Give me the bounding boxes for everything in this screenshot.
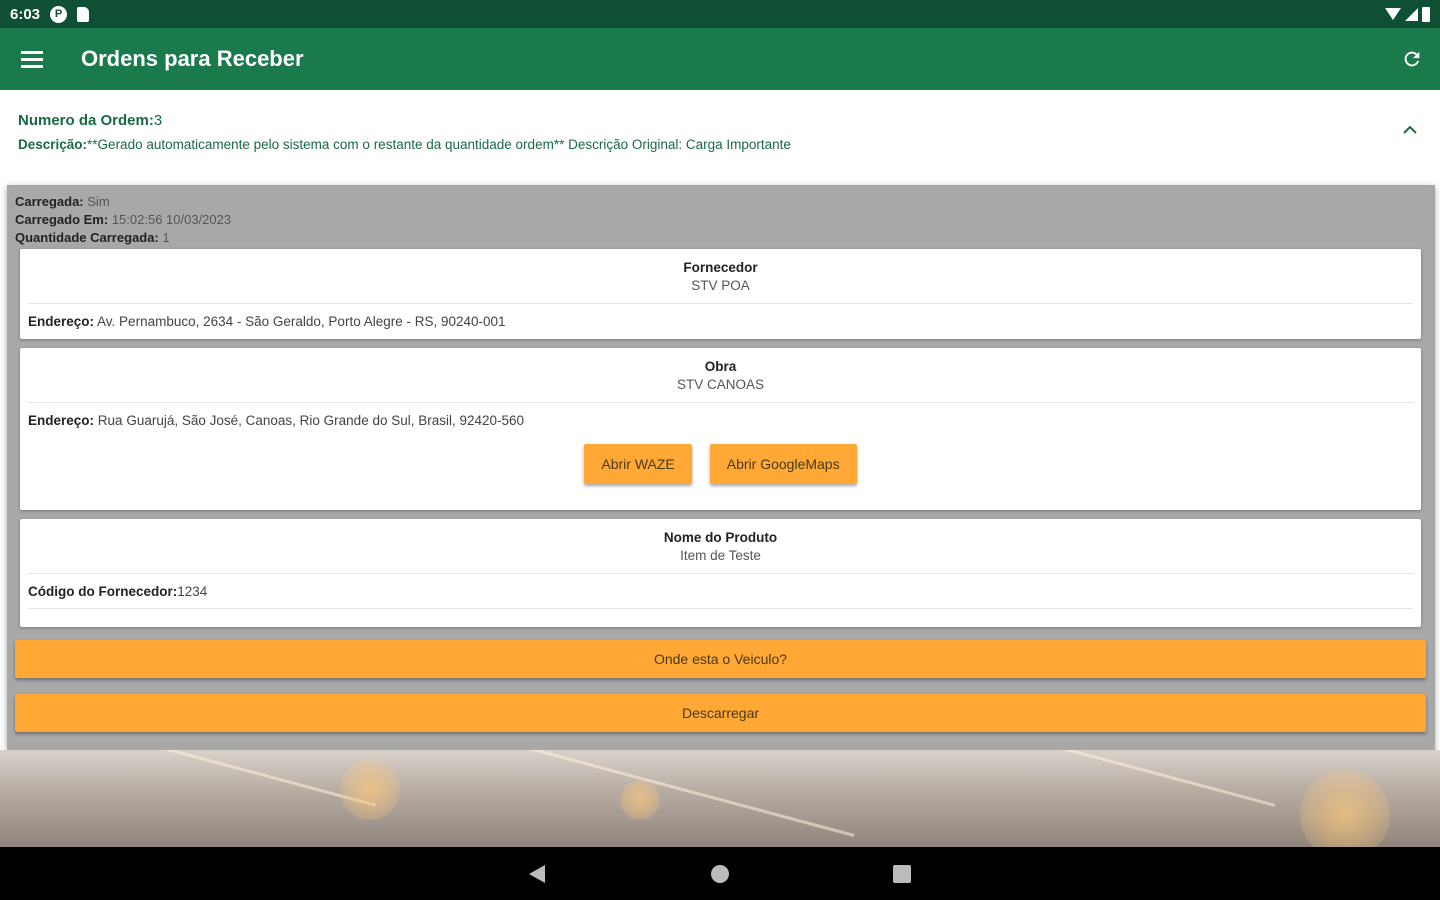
order-description-label: Descrição: bbox=[18, 137, 88, 152]
order-number-label: Numero da Ordem: bbox=[18, 112, 154, 129]
status-bar: 6:03 P bbox=[0, 0, 1440, 28]
open-waze-button[interactable]: Abrir WAZE bbox=[584, 444, 692, 484]
load-info: Carregada: Sim Carregado Em: 15:02:56 10… bbox=[7, 185, 1435, 247]
chevron-up-icon[interactable] bbox=[1402, 122, 1418, 140]
supplier-title: Fornecedor bbox=[683, 260, 758, 275]
supplier-card: Fornecedor STV POA Endereço: Av. Pernamb… bbox=[20, 249, 1421, 339]
order-number-value: 3 bbox=[153, 112, 163, 129]
supplier-address-label: Endereço: bbox=[28, 314, 95, 329]
notification-p-icon: P bbox=[50, 5, 68, 23]
battery-icon bbox=[1422, 6, 1430, 22]
supplier-code: Código do Fornecedor:1234 bbox=[20, 574, 1421, 599]
supplier-address-value: Av. Pernambuco, 2634 - São Geraldo, Port… bbox=[97, 314, 506, 329]
where-is-vehicle-button[interactable]: Onde esta o Veiculo? bbox=[15, 640, 1426, 678]
status-time: 6:03 bbox=[10, 5, 41, 23]
app-bar: Ordens para Receber bbox=[0, 28, 1440, 90]
site-address-label: Endereço: bbox=[28, 413, 95, 428]
order-description-value: **Gerado automaticamente pelo sistema co… bbox=[87, 137, 791, 152]
order-description: Descrição:**Gerado automaticamente pelo … bbox=[18, 137, 1422, 152]
signal-icon bbox=[1405, 7, 1418, 21]
quantity-value: 1 bbox=[162, 230, 170, 245]
background-image bbox=[0, 750, 1440, 847]
quantity-label: Quantidade Carregada: bbox=[15, 230, 159, 245]
supplier-address: Endereço: Av. Pernambuco, 2634 - São Ger… bbox=[20, 304, 1421, 329]
home-icon[interactable] bbox=[711, 865, 729, 883]
recent-apps-icon[interactable] bbox=[893, 865, 911, 883]
site-name: STV CANOAS bbox=[676, 377, 765, 392]
order-header[interactable]: Numero da Ordem:3 Descrição:**Gerado aut… bbox=[0, 90, 1440, 182]
product-card: Nome do Produto Item de Teste Código do … bbox=[20, 519, 1421, 627]
system-nav-bar bbox=[0, 847, 1440, 900]
order-number: Numero da Ordem:3 bbox=[18, 112, 1422, 129]
unload-button[interactable]: Descarregar bbox=[15, 694, 1426, 732]
site-address-value: Rua Guarujá, São José, Canoas, Rio Grand… bbox=[97, 413, 525, 428]
site-card: Obra STV CANOAS Endereço: Rua Guarujá, S… bbox=[20, 348, 1421, 510]
sd-card-icon bbox=[77, 6, 90, 22]
supplier-code-value: 1234 bbox=[177, 584, 208, 599]
divider bbox=[28, 608, 1413, 609]
site-title: Obra bbox=[704, 359, 737, 374]
order-detail-panel: Carregada: Sim Carregado Em: 15:02:56 10… bbox=[7, 185, 1435, 750]
loaded-value: Sim bbox=[87, 194, 110, 209]
supplier-name: STV POA bbox=[691, 278, 750, 293]
loaded-at-value: 15:02:56 10/03/2023 bbox=[111, 212, 232, 227]
loaded-at-label: Carregado Em: bbox=[15, 212, 109, 227]
refresh-icon[interactable] bbox=[1384, 28, 1440, 90]
back-icon[interactable] bbox=[529, 865, 545, 883]
product-title: Nome do Produto bbox=[663, 530, 778, 545]
supplier-code-label: Código do Fornecedor: bbox=[28, 584, 178, 599]
product-name: Item de Teste bbox=[680, 548, 761, 563]
hamburger-menu-icon[interactable] bbox=[0, 28, 64, 90]
wifi-icon bbox=[1385, 8, 1401, 20]
open-googlemaps-button[interactable]: Abrir GoogleMaps bbox=[709, 444, 857, 484]
loaded-label: Carregada: bbox=[15, 194, 84, 209]
page-title: Ordens para Receber bbox=[81, 46, 304, 71]
site-address: Endereço: Rua Guarujá, São José, Canoas,… bbox=[20, 403, 1421, 428]
